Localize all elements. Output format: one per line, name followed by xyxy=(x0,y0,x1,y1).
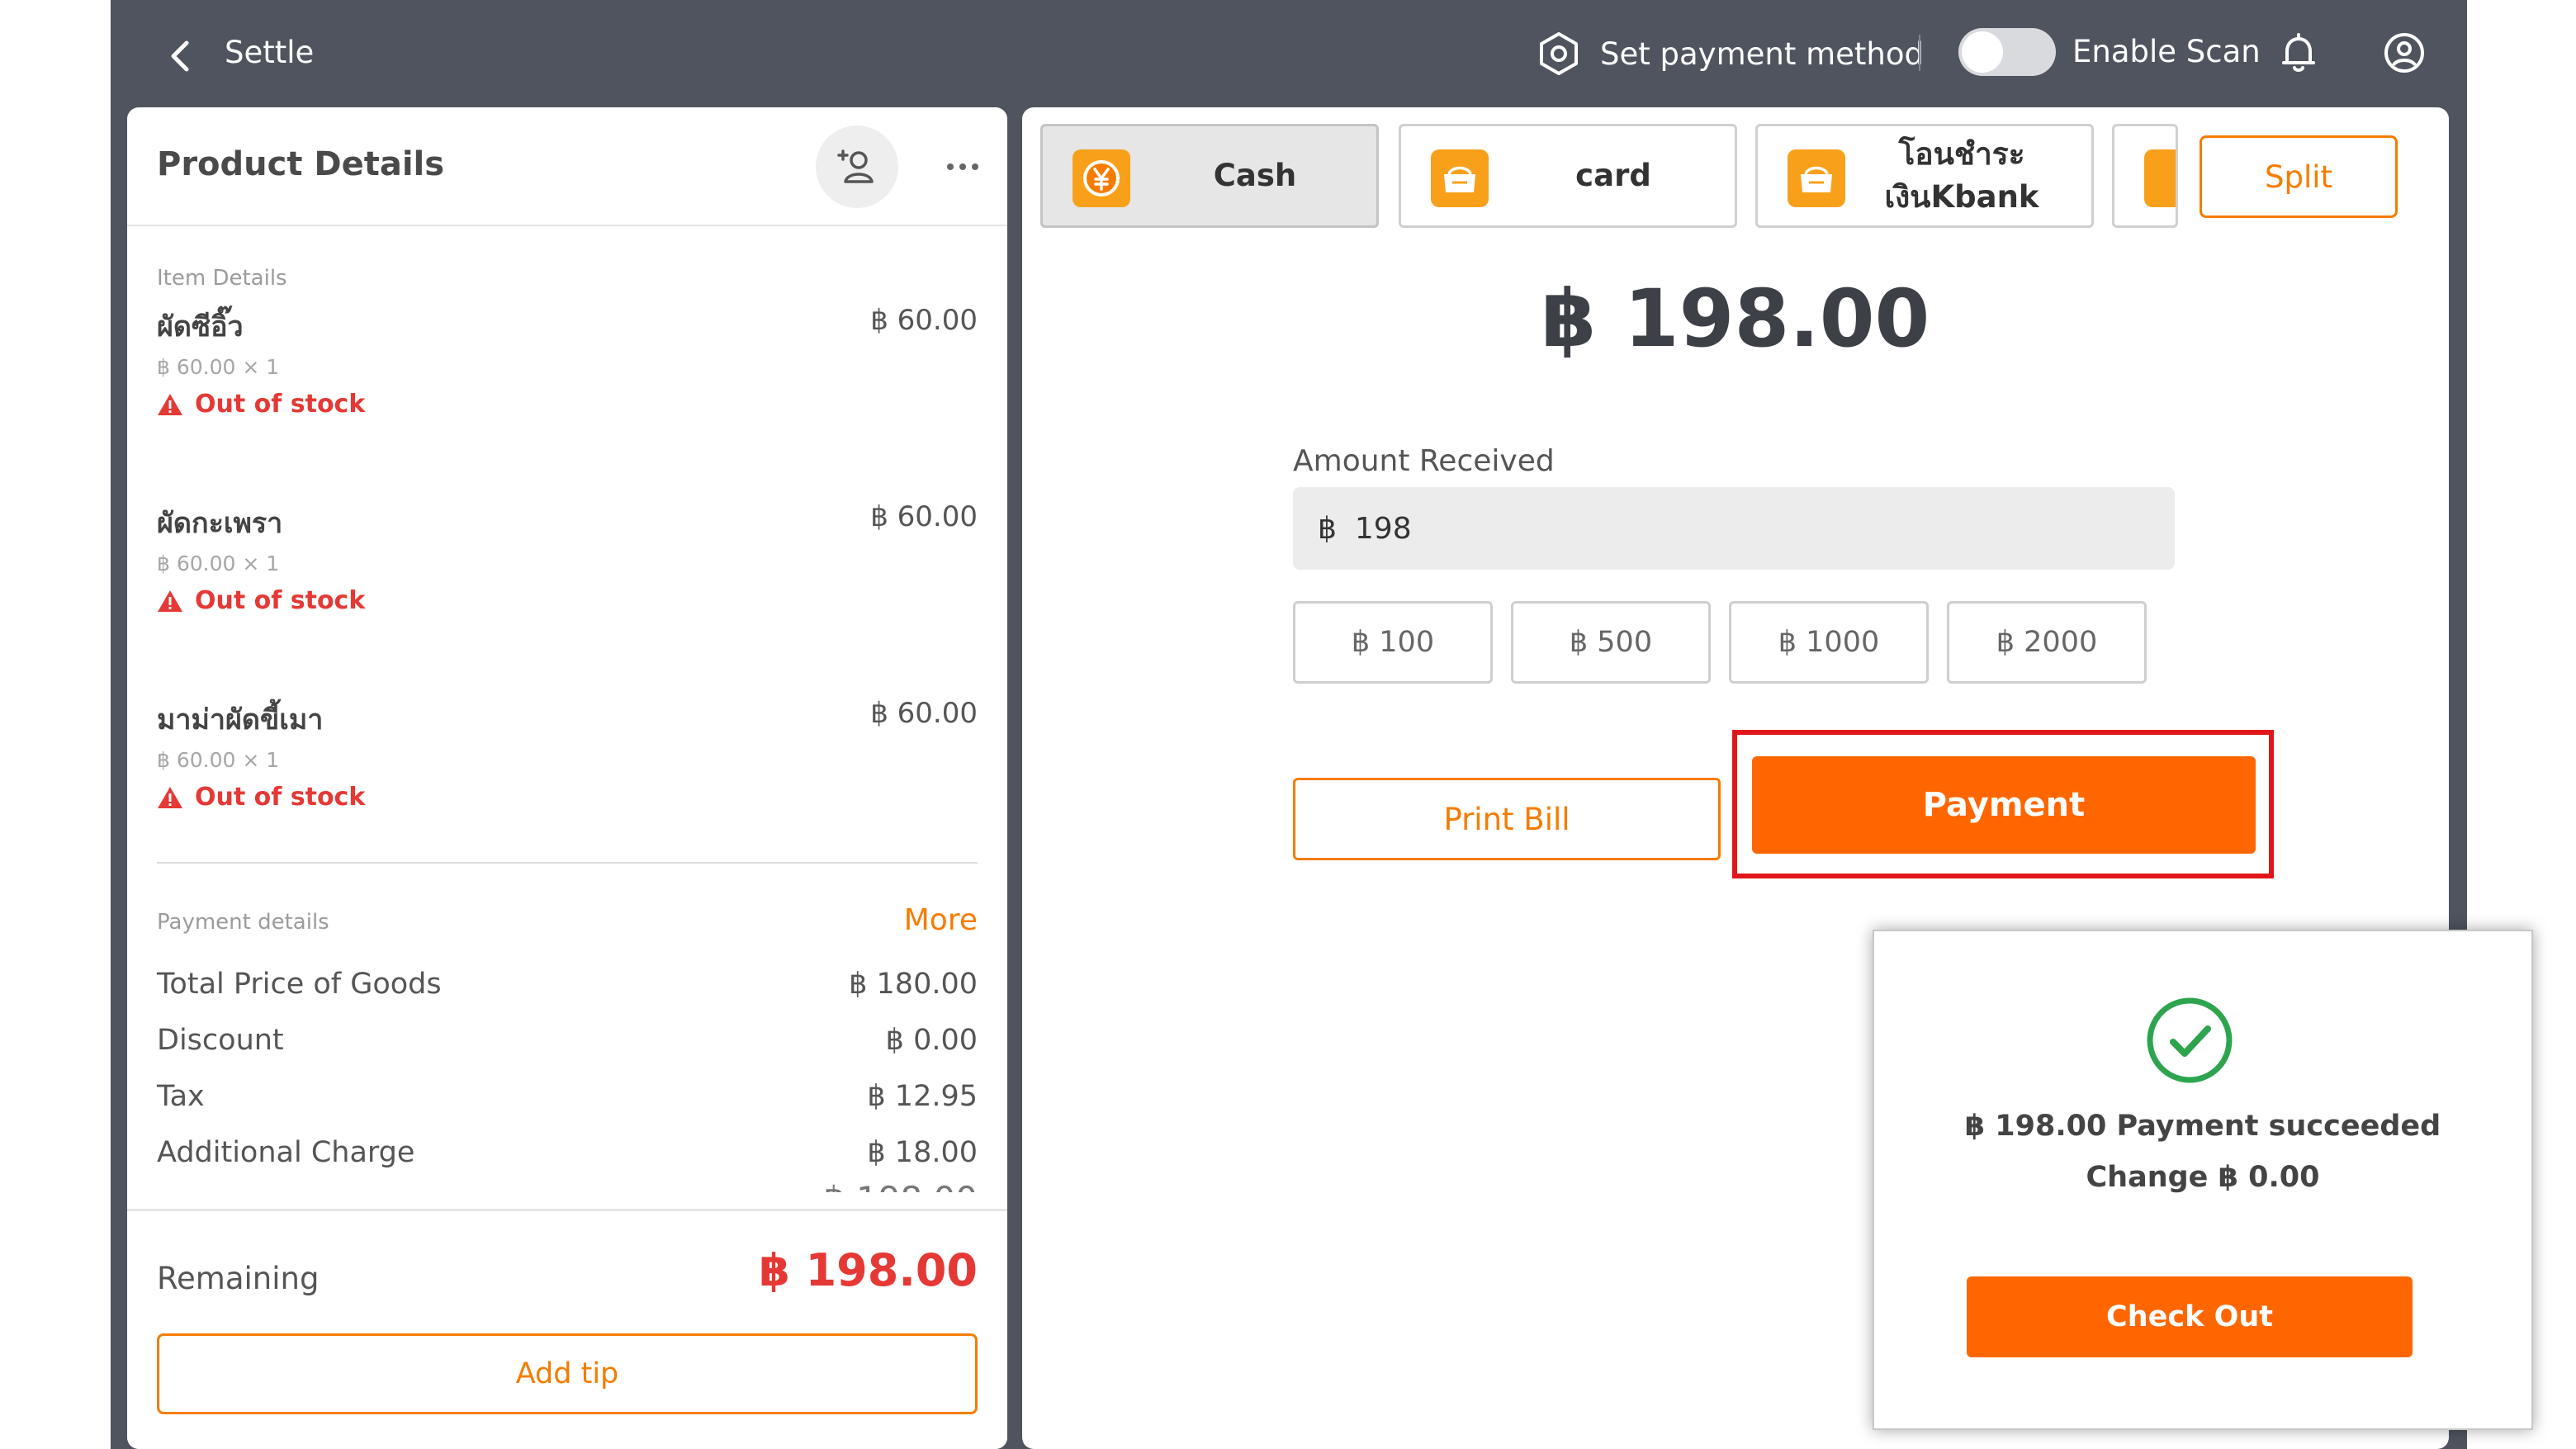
wallet-icon xyxy=(1431,149,1489,207)
warning-icon xyxy=(158,590,182,612)
item-name: มาม่าผัดขี้เมา xyxy=(157,703,324,736)
dot xyxy=(959,163,966,170)
item-name: ผัดกะเพรา xyxy=(157,507,283,540)
notifications-button[interactable] xyxy=(2275,30,2322,76)
payment-details-label: Payment details xyxy=(157,910,329,935)
add-customer-button[interactable] xyxy=(816,125,898,208)
item-price: ฿ 60.00 xyxy=(870,304,978,337)
header-divider xyxy=(1919,35,1920,71)
enable-scan-label: Enable Scan xyxy=(2072,34,2261,69)
out-of-stock-label: Out of stock xyxy=(195,390,366,419)
enable-scan-toggle[interactable] xyxy=(1958,28,2056,76)
payment-method-card[interactable]: card xyxy=(1399,124,1737,228)
payment-method-kbank-transfer[interactable]: โอนชำระเงินKbank xyxy=(1755,124,2094,228)
remaining-label: Remaining xyxy=(157,1261,320,1296)
divider xyxy=(157,862,978,864)
currency-symbol: ฿ xyxy=(1318,511,1337,546)
item-price: ฿ 60.00 xyxy=(870,500,978,533)
summary-total-clipped: ฿ 198.00 xyxy=(823,1182,978,1192)
out-of-stock-label: Out of stock xyxy=(195,783,366,812)
bell-icon xyxy=(2282,33,2315,72)
item-name: ผัดซีอิ๊ว xyxy=(157,310,244,343)
quick-amount-button[interactable]: ฿ 1000 xyxy=(1729,601,1929,684)
product-details-title: Product Details xyxy=(157,145,445,183)
set-payment-method-button[interactable]: Set payment method xyxy=(1536,28,1924,79)
add-user-icon xyxy=(837,149,874,183)
payment-method-label: Cash xyxy=(1213,158,1297,193)
out-of-stock-warning: Out of stock xyxy=(157,783,365,812)
summary-label: Additional Charge xyxy=(157,1136,415,1169)
summary-label: Total Price of Goods xyxy=(157,968,442,1001)
add-tip-button[interactable]: Add tip xyxy=(157,1333,978,1414)
warning-icon xyxy=(158,786,182,808)
toggle-knob xyxy=(1962,31,2003,73)
user-circle-icon xyxy=(2384,33,2424,73)
dot xyxy=(972,163,978,170)
chevron-left-icon xyxy=(171,40,189,72)
amount-value: 198 xyxy=(1354,511,1412,546)
item-quantity: ฿ 60.00 × 1 xyxy=(157,552,280,575)
split-button[interactable]: Split xyxy=(2200,135,2398,218)
remaining-amount: ฿ 198.00 xyxy=(759,1244,978,1296)
summary-value: ฿ 12.95 xyxy=(867,1080,978,1113)
remaining-footer: Remaining ฿ 198.00 Add tip xyxy=(127,1209,1007,1449)
print-bill-button[interactable]: Print Bill xyxy=(1293,778,1721,860)
order-item[interactable]: ผัดกะเพรา ฿ 60.00 ฿ 60.00 × 1 Out of sto… xyxy=(157,500,978,665)
summary-value: ฿ 180.00 xyxy=(849,968,978,1001)
payment-success-message: ฿ 198.00 Payment succeeded xyxy=(1964,1110,2441,1143)
payment-button[interactable]: Payment xyxy=(1752,756,2256,854)
total-amount: ฿ 198.00 xyxy=(1541,272,1930,365)
summary-label: Tax xyxy=(157,1080,205,1113)
item-quantity: ฿ 60.00 × 1 xyxy=(157,355,280,379)
payment-method-label: card xyxy=(1575,158,1651,193)
out-of-stock-label: Out of stock xyxy=(195,586,366,615)
settings-hexagon-icon xyxy=(1540,32,1578,75)
back-button[interactable] xyxy=(159,33,205,79)
payment-method-cash[interactable]: Cash xyxy=(1040,124,1379,228)
set-payment-method-label: Set payment method xyxy=(1600,36,1924,72)
summary-value: ฿ 18.00 xyxy=(867,1136,978,1169)
out-of-stock-warning: Out of stock xyxy=(157,586,365,615)
warning-icon xyxy=(158,393,182,415)
product-details-header: Product Details xyxy=(127,107,1007,226)
top-bar: Settle Set payment method Enable Scan xyxy=(111,0,2467,106)
wallet-icon xyxy=(2144,149,2176,207)
out-of-stock-warning: Out of stock xyxy=(157,390,365,419)
wallet-icon xyxy=(1788,149,1845,207)
quick-amount-button[interactable]: ฿ 100 xyxy=(1293,601,1493,684)
quick-amount-button[interactable]: ฿ 500 xyxy=(1511,601,1711,684)
more-options-button[interactable] xyxy=(941,144,984,190)
item-details-label: Item Details xyxy=(157,266,287,291)
summary-label: Discount xyxy=(157,1024,284,1057)
account-button[interactable] xyxy=(2381,30,2427,76)
dot xyxy=(947,163,954,170)
item-quantity: ฿ 60.00 × 1 xyxy=(157,748,280,772)
item-price: ฿ 60.00 xyxy=(870,697,978,730)
payment-success-dialog: ฿ 198.00 Payment succeeded Change ฿ 0.00… xyxy=(1873,930,2533,1430)
check-out-button[interactable]: Check Out xyxy=(1967,1276,2413,1357)
quick-amount-button[interactable]: ฿ 2000 xyxy=(1947,601,2147,684)
summary-value: ฿ 0.00 xyxy=(885,1024,978,1057)
payment-method-label: โอนชำระเงินKbank xyxy=(1884,136,2039,215)
check-circle-icon xyxy=(2145,996,2234,1085)
payment-details-more-link[interactable]: More xyxy=(904,903,978,937)
order-item[interactable]: ผัดซีอิ๊ว ฿ 60.00 ฿ 60.00 × 1 Out of sto… xyxy=(157,304,978,469)
product-details-panel: Product Details Item Details ผัดซีอิ๊ว ฿… xyxy=(127,107,1007,1449)
amount-received-input[interactable]: ฿ 198 xyxy=(1293,487,2175,570)
change-message: Change ฿ 0.00 xyxy=(2086,1161,2320,1194)
amount-received-label: Amount Received xyxy=(1293,444,1555,478)
yen-coin-icon xyxy=(1073,149,1130,207)
page-title: Settle xyxy=(225,35,315,70)
payment-method-more[interactable] xyxy=(2112,124,2178,228)
order-item[interactable]: มาม่าผัดขี้เมา ฿ 60.00 ฿ 60.00 × 1 Out o… xyxy=(157,697,978,862)
